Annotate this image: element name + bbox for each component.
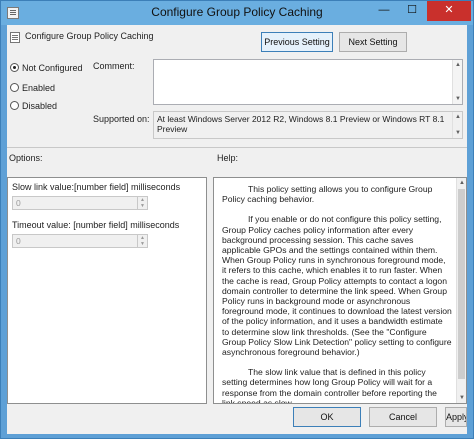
scroll-down-icon[interactable]: ▼ bbox=[453, 94, 463, 104]
timeout-input[interactable]: 0 ▲ ▼ bbox=[12, 234, 148, 248]
scroll-up-icon[interactable]: ▲ bbox=[457, 178, 466, 188]
scroll-up-icon[interactable]: ▲ bbox=[453, 112, 463, 122]
help-paragraph-text: The slow link value that is defined in t… bbox=[222, 367, 437, 404]
scroll-thumb[interactable] bbox=[458, 189, 465, 379]
scroll-down-icon[interactable]: ▼ bbox=[457, 393, 466, 403]
help-paragraph-text: This policy setting allows you to config… bbox=[222, 184, 433, 205]
help-paragraph: If you enable or do not configure this p… bbox=[222, 214, 452, 357]
supported-scrollbar[interactable]: ▲ ▼ bbox=[452, 112, 462, 138]
minimize-button[interactable]: — bbox=[371, 1, 397, 21]
timeout-value: 0 bbox=[16, 236, 21, 246]
setting-icon bbox=[10, 32, 20, 43]
slow-link-label: Slow link value:[number field] milliseco… bbox=[12, 182, 181, 192]
scroll-down-icon[interactable]: ▼ bbox=[453, 128, 463, 138]
comment-label: Comment: bbox=[93, 61, 135, 71]
radio-indicator bbox=[10, 101, 19, 110]
close-button[interactable]: ✕ bbox=[427, 1, 471, 21]
dialog-client: Configure Group Policy Caching Previous … bbox=[7, 25, 467, 434]
radio-not-configured[interactable]: Not Configured bbox=[10, 63, 83, 73]
timeout-label: Timeout value: [number field] millisecon… bbox=[12, 220, 180, 230]
help-paragraph: This policy setting allows you to config… bbox=[222, 184, 452, 204]
radio-disabled[interactable]: Disabled bbox=[10, 101, 57, 111]
radio-label: Not Configured bbox=[22, 63, 83, 73]
cancel-button[interactable]: Cancel bbox=[369, 407, 437, 427]
supported-on-field: At least Windows Server 2012 R2, Windows… bbox=[153, 111, 463, 139]
next-setting-button[interactable]: Next Setting bbox=[339, 32, 407, 52]
options-label: Options: bbox=[9, 153, 43, 163]
previous-setting-button[interactable]: Previous Setting bbox=[261, 32, 333, 52]
help-text: This policy setting allows you to config… bbox=[222, 184, 452, 404]
slow-link-input[interactable]: 0 ▲ ▼ bbox=[12, 196, 148, 210]
options-pane: Slow link value:[number field] milliseco… bbox=[7, 177, 207, 404]
help-paragraph: The slow link value that is defined in t… bbox=[222, 367, 452, 404]
comment-scrollbar[interactable]: ▲ ▼ bbox=[452, 60, 462, 104]
radio-indicator bbox=[10, 83, 19, 92]
dialog-window: Configure Group Policy Caching — ☐ ✕ Con… bbox=[0, 0, 474, 439]
slow-link-value: 0 bbox=[16, 198, 21, 208]
spin-arrows-icon[interactable]: ▲ ▼ bbox=[137, 235, 147, 247]
radio-selected-indicator bbox=[10, 63, 19, 72]
radio-enabled[interactable]: Enabled bbox=[10, 83, 55, 93]
radio-label: Enabled bbox=[22, 83, 56, 93]
comment-field[interactable]: ▲ ▼ bbox=[153, 59, 463, 105]
ok-button[interactable]: OK bbox=[293, 407, 361, 427]
apply-button[interactable]: Apply bbox=[445, 407, 467, 427]
divider bbox=[7, 147, 467, 148]
supported-on-label: Supported on: bbox=[93, 114, 150, 124]
radio-label: Disabled bbox=[22, 101, 58, 111]
help-paragraph-text: If you enable or do not configure this p… bbox=[222, 214, 452, 358]
title-bar[interactable]: Configure Group Policy Caching — ☐ ✕ bbox=[1, 1, 473, 25]
help-scrollbar[interactable]: ▲ ▼ bbox=[456, 178, 466, 403]
supported-on-value: At least Windows Server 2012 R2, Windows… bbox=[157, 114, 445, 134]
help-pane: This policy setting allows you to config… bbox=[213, 177, 467, 404]
scroll-up-icon[interactable]: ▲ bbox=[453, 60, 463, 70]
setting-title: Configure Group Policy Caching bbox=[25, 31, 154, 41]
spin-arrows-icon[interactable]: ▲ ▼ bbox=[137, 197, 147, 209]
help-label: Help: bbox=[217, 153, 239, 163]
maximize-button[interactable]: ☐ bbox=[399, 1, 425, 21]
